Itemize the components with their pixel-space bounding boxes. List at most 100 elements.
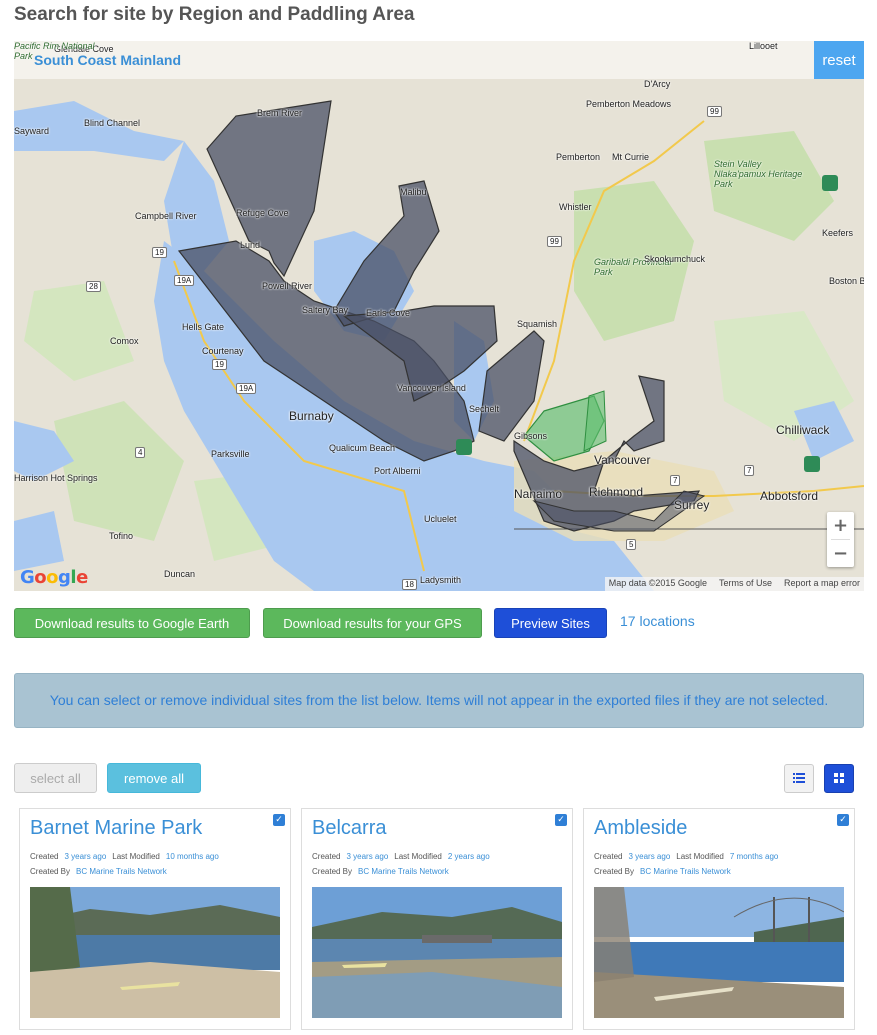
highway-shield: 18 [402,579,417,590]
map-place-label: Gibsons [514,431,548,441]
report-map-error-link[interactable]: Report a map error [784,578,860,590]
created-by-link[interactable]: BC Marine Trails Network [358,867,449,876]
highway-shield: 99 [707,106,722,117]
map-place-label: Comox [110,336,139,346]
download-google-earth-button[interactable]: Download results to Google Earth [14,608,250,638]
map-place-label: Vancouver Island [397,383,466,393]
created-value[interactable]: 3 years ago [64,852,106,861]
site-photo[interactable] [594,887,844,1018]
site-card-dates: Created 3 years ago Last Modified 10 months… [30,852,219,861]
created-value[interactable]: 3 years ago [346,852,388,861]
locations-count-link[interactable]: 17 locations [620,613,695,629]
zoom-in-button[interactable]: + [827,512,854,539]
site-card[interactable]: Barnet Marine Park ✓ Created 3 years ago L… [19,808,291,1030]
map-place-label: Vancouver [594,453,651,467]
map-place-label: Hells Gate [182,322,225,332]
site-card-author: Created By BC Marine Trails Network [30,867,167,876]
map-place-label: Ucluelet [424,514,457,524]
map-place-label: Qualicum Beach [329,443,396,453]
selection-info-alert: You can select or remove individual site… [14,673,864,728]
region-map[interactable]: South Coast Mainland reset + − Google Ma… [14,41,864,591]
map-place-label: Sechelt [469,404,500,414]
map-place-label: Harrison Hot Springs [14,473,98,483]
map-place-label: Port Alberni [374,466,421,476]
map-place-label: Tofino [109,531,134,541]
map-canvas[interactable] [14,41,864,591]
modified-label: Last Modified [676,852,724,861]
map-place-label: Brem River [257,108,303,118]
map-place-label: Surrey [674,498,710,512]
modified-label: Last Modified [394,852,442,861]
map-place-label: Chilliwack [776,423,830,437]
map-place-label: Refuge Cove [236,208,289,218]
map-data-credit: Map data ©2015 Google [608,578,707,588]
site-card[interactable]: Ambleside ✓ Created 3 years ago Last Modif… [583,808,855,1030]
list-view-button[interactable] [784,764,814,793]
ambleside-photo-image [594,887,844,1018]
created-label: Created [30,852,59,861]
list-view-icon [793,773,805,783]
map-place-label: Mt Currie [612,152,650,162]
map-place-label: Campbell River [135,211,197,221]
belcarra-photo-image [312,887,562,1018]
modified-value[interactable]: 10 months ago [166,852,219,861]
download-gps-button[interactable]: Download results for your GPS [263,608,482,638]
created-by-link[interactable]: BC Marine Trails Network [76,867,167,876]
map-place-label: Burnaby [289,409,334,423]
site-photo[interactable] [30,887,280,1018]
highway-shield: 19 [152,247,167,258]
site-select-checkbox[interactable]: ✓ [555,814,567,826]
modified-label: Last Modified [112,852,160,861]
site-card-dates: Created 3 years ago Last Modified 2 years a… [312,852,490,861]
map-place-label: Pemberton [556,152,601,162]
map-place-label: Squamish [517,319,558,329]
map-place-label: Ladysmith [420,575,462,585]
page-title: Search for site by Region and Paddling A… [14,4,415,25]
map-place-label: Boston Bar [829,276,864,286]
highway-shield: 19A [174,275,195,286]
highway-shield: 5 [626,539,637,550]
modified-value[interactable]: 2 years ago [448,852,490,861]
site-select-checkbox[interactable]: ✓ [273,814,285,826]
grid-view-icon [834,773,844,783]
remove-all-button[interactable]: remove all [107,763,201,793]
map-place-label: Skookumchuck [644,254,706,264]
barnet-photo-image [30,887,280,1018]
map-attribution: Map data ©2015 Google Terms of Use Repor… [604,577,864,591]
modified-value[interactable]: 7 months ago [730,852,778,861]
map-place-label: Richmond [589,485,644,499]
map-place-label: Lund [240,240,261,250]
created-by-label: Created By [30,867,71,876]
map-place-label: Duncan [164,569,196,579]
site-card-title[interactable]: Ambleside [594,817,687,840]
map-place-label: Keefers [822,228,854,238]
site-card-title[interactable]: Barnet Marine Park [30,817,202,840]
created-label: Created [312,852,341,861]
terms-of-use-link[interactable]: Terms of Use [719,578,772,590]
map-place-label: Sayward [14,126,50,136]
created-label: Created [594,852,623,861]
preview-sites-button[interactable]: Preview Sites [494,608,607,638]
site-card-title[interactable]: Belcarra [312,817,386,840]
zoom-out-button[interactable]: − [827,540,854,567]
highway-shield: 7 [744,465,755,476]
site-card-author: Created By BC Marine Trails Network [594,867,731,876]
map-place-label: Pacific Rim National Park [14,41,95,61]
created-by-link[interactable]: BC Marine Trails Network [640,867,731,876]
site-card[interactable]: Belcarra ✓ Created 3 years ago Last Modifi… [301,808,573,1030]
map-place-label: Lillooet [749,41,778,51]
map-place-label: Parksville [211,449,250,459]
highway-shield: 28 [86,281,101,292]
map-place-label: Malibu [400,187,427,197]
map-place-label: Earls Cove [366,308,411,318]
created-value[interactable]: 3 years ago [628,852,670,861]
created-by-label: Created By [594,867,635,876]
map-place-label: Whistler [559,202,592,212]
site-select-checkbox[interactable]: ✓ [837,814,849,826]
select-all-button[interactable]: select all [14,763,97,793]
grid-view-button[interactable] [824,764,854,793]
highway-shield: 19 [212,359,227,370]
map-reset-button[interactable]: reset [814,41,864,79]
site-photo[interactable] [312,887,562,1018]
map-place-label: Blind Channel [84,118,141,128]
